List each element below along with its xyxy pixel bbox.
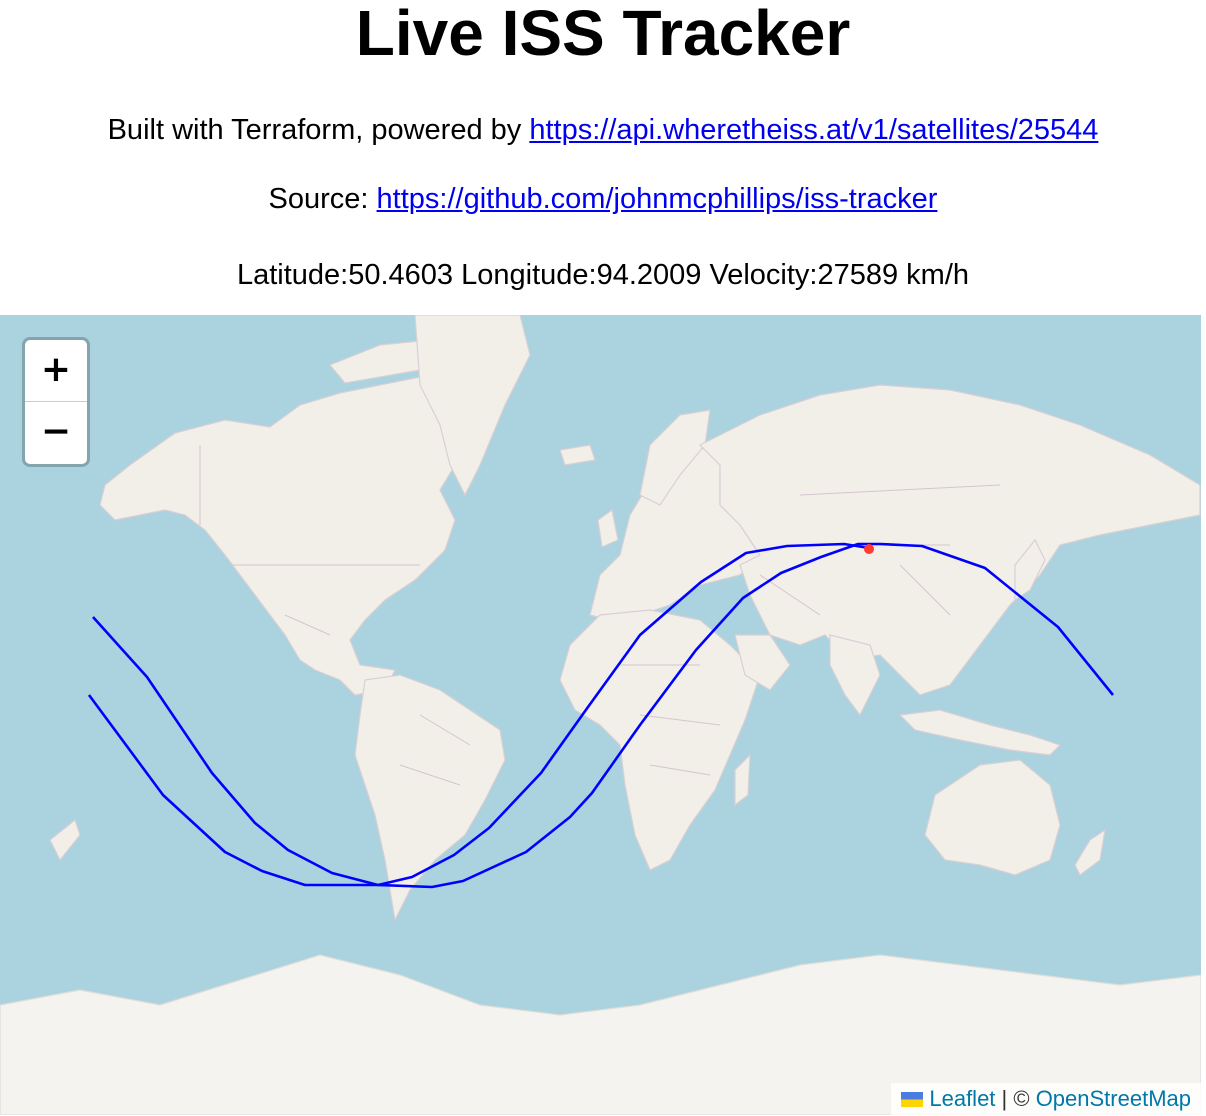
ukraine-flag-icon [901, 1092, 924, 1107]
source-link[interactable]: https://github.com/johnmcphillips/iss-tr… [377, 183, 938, 215]
orbit-track-segment-2 [87, 542, 1115, 889]
map-attribution: Leaflet | © OpenStreetMap [891, 1083, 1201, 1115]
zoom-in-button[interactable]: + [25, 340, 87, 402]
openstreetmap-link[interactable]: OpenStreetMap [1036, 1086, 1191, 1111]
source-prefix: Source: [268, 183, 377, 215]
api-link[interactable]: https://api.wheretheiss.at/v1/satellites… [529, 114, 1098, 146]
zoom-control: + − [22, 337, 90, 467]
credit-line: Built with Terraform, powered by https:/… [0, 113, 1206, 147]
latitude-value: 50.4603 [348, 259, 454, 291]
orbit-track-segment-1 [92, 542, 870, 887]
iss-stats: Latitude:50.4603 Longitude:94.2009 Veloc… [0, 258, 1206, 292]
velocity-value: 27589 km/h [817, 259, 970, 291]
iss-position-marker [864, 544, 874, 554]
zoom-out-button[interactable]: − [25, 402, 87, 463]
leaflet-link[interactable]: Leaflet [929, 1086, 995, 1111]
velocity-label: Velocity: [709, 259, 818, 291]
attribution-separator: | © [995, 1086, 1036, 1111]
iss-map[interactable]: + − Leaflet | © OpenStreetMap [0, 315, 1201, 1115]
source-line: Source: https://github.com/johnmcphillip… [0, 182, 1206, 216]
longitude-value: 94.2009 [596, 259, 702, 291]
page-title: Live ISS Tracker [355, 0, 851, 69]
credit-prefix: Built with Terraform, powered by [107, 114, 530, 146]
longitude-label: Longitude: [461, 259, 597, 291]
orbit-track-layer [87, 542, 1115, 889]
latitude-label: Latitude: [236, 259, 349, 291]
